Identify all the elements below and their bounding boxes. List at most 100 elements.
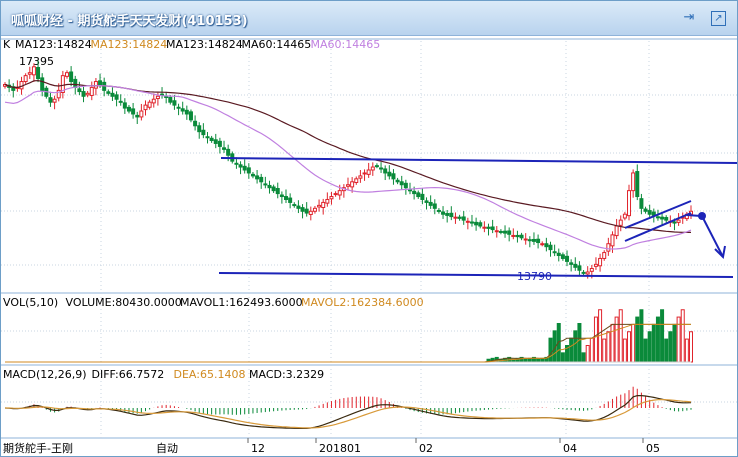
candle-body [618, 219, 623, 226]
volume-bar [606, 331, 611, 363]
candle-body [664, 217, 669, 221]
candle-body [337, 190, 342, 196]
x-axis-label: 05 [646, 442, 660, 455]
legend-item: DEA:65.1408 [174, 368, 246, 381]
candle-body [151, 98, 156, 104]
ma123-line [4, 79, 691, 233]
period-label: K [3, 38, 11, 51]
candle-body [197, 125, 202, 133]
candle-body [267, 184, 272, 189]
candle-body [209, 137, 214, 142]
candle-body [321, 201, 326, 209]
candle-body [168, 96, 173, 103]
candle-body [465, 220, 470, 223]
volume-bar [627, 331, 632, 363]
legend-item: MA123:14824 [15, 38, 92, 51]
candle-body [275, 188, 280, 195]
candle-body [379, 167, 384, 170]
chart-window: 呱呱财经 - 期货舵手天天发财(410153) ⇥ ↗ K MA123:1482… [0, 0, 738, 457]
candle-body [622, 213, 627, 219]
candle-body [416, 192, 421, 198]
candle-body [176, 106, 181, 109]
candle-body [445, 213, 450, 216]
volume-bar [573, 330, 578, 363]
candle-body [64, 72, 69, 77]
auto-mode-label[interactable]: 自动 [156, 442, 178, 455]
volume-bar [660, 309, 665, 363]
legend-item: MACD(12,26,9) [3, 368, 87, 381]
candle-body [259, 176, 264, 183]
candle-body [370, 166, 375, 171]
candle-body [428, 201, 433, 206]
title-bar[interactable]: 呱呱财经 - 期货舵手天天发财(410153) ⇥ ↗ [1, 1, 737, 36]
candle-body [73, 78, 78, 88]
volume-bar [602, 338, 607, 363]
volume-legend: VOL(5,10) VOLUME:80430.0000MAVOL1:162493.… [3, 296, 424, 309]
candle-body [263, 183, 268, 186]
volume-bar [655, 316, 660, 363]
candle-body [300, 207, 305, 212]
candle-body [89, 86, 94, 96]
candle-body [374, 165, 379, 168]
candle-body [383, 168, 388, 174]
candle-body [135, 114, 140, 118]
candle-body [77, 88, 82, 93]
volume-bar [676, 316, 681, 363]
volume-bar [622, 338, 627, 363]
candle-body [143, 104, 148, 111]
candle-body [498, 230, 503, 233]
legend-item: VOLUME:80430.0000 [66, 296, 182, 309]
candle-body [184, 109, 189, 115]
volume-bar [589, 337, 594, 363]
trend-line [624, 200, 692, 229]
candle-body [589, 267, 594, 272]
candle-body [453, 216, 458, 219]
candle-body [407, 189, 412, 192]
candle-body [593, 263, 598, 267]
candle-body [581, 271, 586, 274]
candle-body [610, 234, 615, 247]
volume-bar [651, 323, 656, 363]
candle-body [598, 257, 603, 267]
candle-body [325, 198, 330, 204]
candle-body [81, 91, 86, 97]
candle-body [482, 226, 487, 229]
pin-icon[interactable]: ⇥ [681, 10, 697, 26]
candle-body [387, 171, 392, 177]
candle-body [569, 262, 574, 265]
x-axis-label: 02 [419, 442, 433, 455]
candle-body [631, 172, 636, 192]
candle-body [602, 252, 607, 259]
candle-body [93, 81, 98, 89]
candle-body [527, 239, 532, 242]
candle-body [69, 71, 74, 83]
candle-body [573, 263, 578, 268]
candle-body [655, 216, 660, 219]
restore-icon[interactable]: ↗ [711, 11, 726, 26]
candle-body [457, 216, 462, 219]
legend-item: VOL(5,10) [3, 296, 58, 309]
candle-body [635, 171, 640, 198]
volume-bar [614, 316, 619, 363]
candle-body [329, 196, 334, 200]
candle-body [110, 92, 115, 97]
volume-bar [684, 338, 689, 363]
candle-body [507, 230, 512, 235]
candle-body [85, 92, 90, 96]
candle-body [531, 238, 536, 242]
legend-item: MA60:14465 [242, 38, 312, 51]
candle-body [234, 162, 239, 165]
candle-body [515, 234, 520, 238]
candle-body [27, 72, 32, 75]
candle-body [164, 96, 169, 99]
projection-arrow [701, 215, 724, 258]
volume-bar [610, 323, 615, 363]
x-axis-label: 201801 [319, 442, 361, 455]
candle-body [354, 178, 359, 184]
candle-body [676, 219, 681, 223]
candle-body [155, 95, 160, 100]
candle-body [523, 238, 528, 241]
candle-body [399, 181, 404, 186]
chart-canvas[interactable]: K MA123:14824MA123:14824MA123:14824MA60:… [1, 35, 737, 456]
volume-bar [639, 309, 644, 363]
